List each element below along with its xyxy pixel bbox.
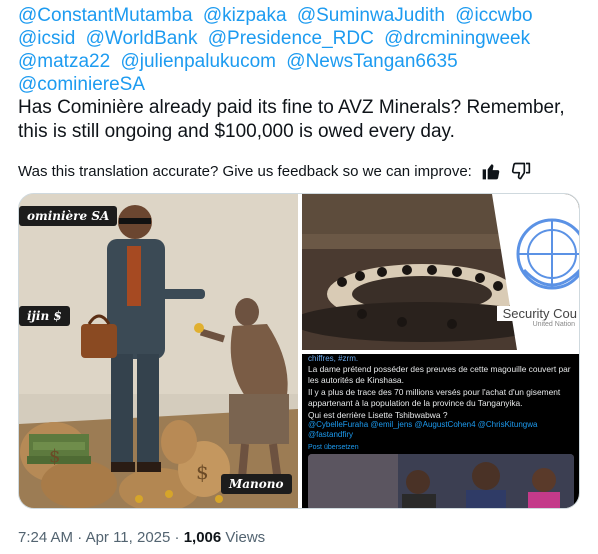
mention-link[interactable]: @SuminwaJudith — [297, 5, 445, 26]
cartoon-label-cominiere: ominière SA — [19, 206, 118, 226]
media-image-cartoon[interactable]: $ $ ominière SA ijin $ Manono — [19, 194, 298, 508]
mention-link[interactable]: @WorldBank — [86, 28, 198, 49]
united-nations-label: United Nation — [532, 321, 575, 328]
svg-text:$: $ — [49, 446, 60, 467]
views-count: 1,006 — [183, 529, 222, 546]
mention-link[interactable]: @iccwbo — [455, 5, 532, 26]
embedded-paragraph: Il y a plus de trace des 70 millions ver… — [308, 387, 561, 408]
thumbs-down-icon[interactable] — [510, 160, 532, 182]
media-image-un-security-council[interactable]: Security Cou United Nation — [302, 194, 579, 350]
embedded-people-photo — [308, 454, 574, 508]
tweet-mentions: @ConstantMutamba @kizpaka @SuminwaJudith… — [18, 4, 588, 96]
feedback-prompt: Was this translation accurate? Give us f… — [18, 162, 472, 180]
tweet-meta: 7:24 AM · Apr 11, 2025 · 1,006 Views — [18, 529, 265, 546]
mention-link[interactable]: @icsid — [18, 28, 75, 49]
meta-separator: · — [77, 529, 86, 546]
cartoon-label-zijin: ijin $ — [19, 306, 70, 326]
mention-link[interactable]: @drcminingweek — [384, 28, 530, 49]
translation-feedback: Was this translation accurate? Give us f… — [18, 160, 578, 182]
mention-link[interactable]: @Presidence_RDC — [208, 28, 374, 49]
mention-link[interactable]: @ConstantMutamba — [18, 5, 193, 26]
embedded-mentions: @CybelleFuraha @emil_jens @AugustCohen4 … — [308, 420, 538, 439]
tweet-text: Has Cominière already paid its fine to A… — [18, 97, 565, 142]
svg-text:$: $ — [196, 460, 209, 484]
mention-link[interactable]: @cominiereSA — [18, 74, 145, 95]
meta-separator: · — [174, 529, 184, 546]
views-label: Views — [225, 529, 266, 546]
mention-link[interactable]: @matza22 — [18, 51, 110, 72]
tweet-time[interactable]: 7:24 AM — [18, 529, 73, 546]
tweet-date[interactable]: Apr 11, 2025 — [86, 529, 171, 546]
media-grid: $ $ ominière SA ijin $ Manono Security C… — [18, 193, 580, 509]
media-image-tweet-screenshot[interactable]: chiffres, #zrm. La dame prétend posséder… — [302, 354, 579, 508]
mention-link[interactable]: @julienpalukucom — [120, 51, 276, 72]
thumbs-up-icon[interactable] — [480, 160, 502, 182]
embedded-paragraph: Qui est derrière Lisette Tshibwabwa ? — [308, 410, 448, 420]
cartoon-label-manono: Manono — [221, 474, 292, 494]
cartoon-illustration: $ $ — [19, 194, 298, 508]
mention-link[interactable]: @kizpaka — [203, 5, 287, 26]
embedded-translate-link: Post übersetzen — [308, 444, 359, 451]
embedded-tweet-top: chiffres, #zrm. — [308, 354, 359, 363]
embedded-photo — [308, 454, 574, 508]
embedded-tweet-text: La dame prétend posséder des preuves de … — [308, 364, 576, 423]
security-council-label: Security Cou — [496, 306, 579, 321]
mention-link[interactable]: @NewsTangan6635 — [286, 51, 457, 72]
embedded-paragraph: La dame prétend posséder des preuves de … — [308, 364, 571, 385]
